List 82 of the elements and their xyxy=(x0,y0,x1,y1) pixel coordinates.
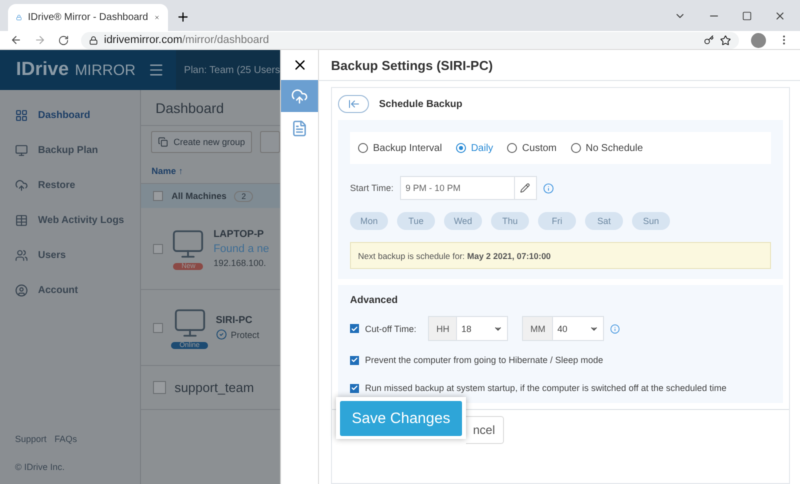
checkbox[interactable] xyxy=(350,324,359,333)
footer-link[interactable]: FAQs xyxy=(54,434,78,444)
day-chip[interactable]: Fri xyxy=(538,212,576,230)
day-chip[interactable]: Thu xyxy=(491,212,529,230)
status-text: Protect xyxy=(230,330,260,340)
copyright-text: © IDrive Inc. xyxy=(15,462,66,472)
day-chip[interactable]: Wed xyxy=(444,212,482,230)
edit-icon[interactable] xyxy=(520,183,530,193)
radio-circle[interactable] xyxy=(507,143,518,153)
radio-option[interactable]: Custom xyxy=(507,142,557,154)
machine-name: SIRI-PC xyxy=(216,315,254,326)
minute-select[interactable]: MM 40 xyxy=(522,316,604,341)
check-icon xyxy=(216,329,227,340)
checkbox[interactable] xyxy=(350,356,359,364)
app-logo: IDrive MIRROR xyxy=(16,59,136,81)
back-icon[interactable] xyxy=(10,34,22,46)
group-label: All Machines xyxy=(171,191,226,201)
ip-address: 192.168.100. xyxy=(213,258,268,268)
checkbox[interactable] xyxy=(153,322,164,332)
day-chip[interactable]: Tue xyxy=(397,212,435,230)
plan-label: Plan: Team (25 Users xyxy=(176,50,280,90)
address-bar[interactable]: idrivemirror.com/mirror/dashboard xyxy=(81,32,739,48)
next-backup-notice: Next backup is schedule for: May 2 2021, 07:10:00 xyxy=(350,242,771,269)
document-list-icon xyxy=(291,120,308,136)
sidebar-icon xyxy=(15,284,28,297)
day-chip[interactable]: Sun xyxy=(632,212,670,230)
info-icon[interactable] xyxy=(610,324,620,334)
back-arrow-icon xyxy=(348,98,360,110)
radio-option[interactable]: Backup Interval xyxy=(358,142,442,154)
sidebar-icon xyxy=(15,144,28,157)
sidebar-item[interactable]: Dashboard xyxy=(0,98,140,133)
group-name: support_team xyxy=(174,380,254,395)
sidebar-item[interactable]: Web Activity Logs xyxy=(0,203,140,238)
checkbox[interactable] xyxy=(153,381,166,394)
radio-circle[interactable] xyxy=(358,143,368,153)
info-icon[interactable] xyxy=(542,182,554,194)
day-chip[interactable]: Sat xyxy=(585,212,623,230)
drawer-title: Backup Settings (SIRI-PC) xyxy=(319,50,800,81)
save-changes-button[interactable]: Save Changes xyxy=(340,400,462,436)
section-title: Schedule Backup xyxy=(379,98,462,110)
profile-avatar[interactable] xyxy=(751,32,766,48)
key-icon[interactable] xyxy=(704,35,714,45)
lock-icon xyxy=(16,12,22,23)
rail-tab[interactable] xyxy=(281,80,318,112)
machine-name: LAPTOP-P xyxy=(213,229,265,240)
sidebar-item[interactable]: Account xyxy=(0,273,140,308)
checkbox[interactable] xyxy=(153,191,164,201)
back-button[interactable] xyxy=(338,95,369,113)
radio-circle[interactable] xyxy=(456,143,466,153)
bookmark-star-icon[interactable] xyxy=(720,34,731,46)
browser-tab[interactable]: IDrive® Mirror - Dashboard xyxy=(8,4,168,31)
create-group-button[interactable]: Create new group xyxy=(151,131,252,153)
sidebar-icon xyxy=(15,214,28,227)
option-label: Run missed backup at system startup, if the computer is switched off at the scheduled time xyxy=(365,383,727,393)
radio-option[interactable]: No Schedule xyxy=(570,142,643,154)
cloud-upload-icon xyxy=(291,88,308,104)
hour-select[interactable]: HH 18 xyxy=(428,316,508,341)
status-link[interactable]: Found a ne xyxy=(213,243,270,255)
checkbox[interactable] xyxy=(153,244,164,254)
radio-option[interactable]: Daily xyxy=(456,142,494,154)
footer-link[interactable]: Support xyxy=(15,434,47,444)
advanced-title: Advanced xyxy=(350,295,399,306)
sidebar-item[interactable]: Restore xyxy=(0,168,140,203)
start-time-label: Start Time: xyxy=(350,183,394,193)
reload-icon[interactable] xyxy=(58,34,69,46)
option-label: Prevent the computer from going to Hibernate / Sleep mode xyxy=(365,355,604,365)
sidebar-icon xyxy=(15,109,28,122)
sidebar-item[interactable]: Users xyxy=(0,238,140,273)
sidebar-item[interactable]: Backup Plan xyxy=(0,133,140,168)
cutoff-label: Cut-off Time: xyxy=(365,324,416,334)
day-chip[interactable]: Mon xyxy=(350,212,388,230)
start-time-field[interactable]: 9 PM - 10 PM xyxy=(400,176,537,200)
cancel-button[interactable]: ncel xyxy=(466,416,504,444)
count-badge: 2 xyxy=(234,190,253,202)
close-icon[interactable] xyxy=(774,10,786,22)
checkbox[interactable] xyxy=(350,384,359,392)
sidebar-icon xyxy=(15,249,28,262)
sidebar-icon xyxy=(15,179,28,192)
radio-circle[interactable] xyxy=(570,143,581,153)
lock-icon xyxy=(89,36,98,44)
new-tab-icon[interactable] xyxy=(176,10,190,24)
maximize-icon[interactable] xyxy=(742,10,752,20)
